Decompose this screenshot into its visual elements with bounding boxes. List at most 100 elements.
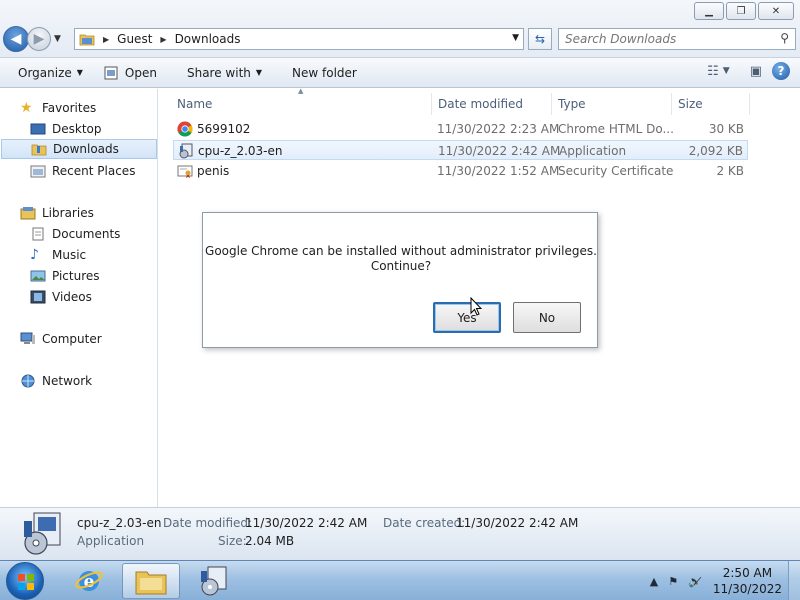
details-date-modified-label: Date modified: — [163, 516, 253, 530]
close-button[interactable]: ✕ — [758, 2, 794, 20]
nav-downloads[interactable]: Downloads — [1, 139, 157, 159]
nav-libraries[interactable]: Libraries — [20, 203, 94, 223]
column-header-size[interactable]: Size — [672, 93, 750, 115]
breadcrumb-guest[interactable]: Guest — [117, 32, 152, 46]
breadcrumb-separator[interactable]: ▶ — [103, 35, 109, 44]
taskbar-installer[interactable] — [184, 563, 242, 599]
column-header-name[interactable]: Name — [171, 93, 432, 115]
nav-favorites[interactable]: ★ Favorites — [20, 98, 96, 118]
details-size-label: Size: — [218, 534, 247, 548]
network-icon — [21, 374, 35, 388]
file-size: 2,092 KB — [688, 144, 743, 158]
nav-downloads-label: Downloads — [53, 142, 119, 156]
file-name: penis — [197, 164, 230, 178]
nav-videos-label: Videos — [52, 290, 92, 304]
new-folder-button[interactable]: New folder — [286, 62, 363, 84]
share-with-button[interactable]: Share with ▼ — [181, 62, 268, 84]
install-prompt-dialog: Google Chrome can be installed without a… — [202, 212, 598, 348]
breadcrumb-separator[interactable]: ▶ — [160, 35, 166, 44]
nav-documents[interactable]: Documents — [30, 224, 120, 244]
no-button[interactable]: No — [513, 302, 581, 333]
view-options-icon[interactable]: ☷ — [707, 64, 719, 79]
nav-pictures-label: Pictures — [52, 269, 100, 283]
recent-pages-dropdown[interactable]: ▼ — [54, 34, 61, 44]
show-hidden-icons-icon[interactable]: ▲ — [650, 575, 658, 588]
taskbar-windows-explorer[interactable] — [122, 563, 180, 599]
file-size: 30 KB — [708, 122, 744, 136]
nav-desktop[interactable]: Desktop — [30, 119, 102, 139]
search-icon[interactable]: ⚲ — [780, 31, 789, 45]
taskbar: e ▲ ⚑ 🔈̸ 2:50 AM 11/30/2022 — [0, 560, 800, 600]
nav-favorites-label: Favorites — [42, 101, 97, 115]
caption-buttons: ▁ ❐ ✕ — [694, 2, 794, 20]
navigation-pane: ★ Favorites Desktop Downloads Recent Pla… — [0, 89, 158, 507]
certificate-icon — [177, 165, 193, 178]
windows-logo-icon — [18, 574, 34, 590]
nav-computer[interactable]: Computer — [20, 329, 102, 349]
search-box[interactable]: ⚲ — [558, 28, 796, 50]
navigation-buttons: ◀ ▶ ▼ — [3, 26, 61, 52]
details-size: 2.04 MB — [245, 534, 295, 548]
nav-libraries-label: Libraries — [42, 206, 94, 220]
downloads-folder-icon — [31, 144, 47, 156]
nav-desktop-label: Desktop — [52, 122, 102, 136]
action-center-flag-icon[interactable]: ⚑ — [668, 575, 678, 588]
show-desktop-button[interactable] — [788, 561, 800, 600]
nav-videos[interactable]: Videos — [30, 287, 92, 307]
maximize-button[interactable]: ❐ — [726, 2, 756, 20]
forward-button[interactable]: ▶ — [27, 27, 51, 51]
help-icon[interactable]: ? — [772, 62, 790, 80]
libraries-icon — [20, 207, 36, 220]
open-icon — [104, 66, 118, 79]
file-date: 11/30/2022 1:52 AM — [437, 164, 560, 178]
window-titlebar: ▁ ❐ ✕ ◀ ▶ ▼ ▶ Guest ▶ Downloads ▼ ⇆ ⚲ — [0, 0, 800, 58]
nav-pictures[interactable]: Pictures — [30, 266, 100, 286]
file-row[interactable]: cpu-z_2.03-en 11/30/2022 2:42 AM Applica… — [173, 140, 748, 160]
chevron-down-icon: ▼ — [255, 68, 263, 77]
file-row[interactable]: penis 11/30/2022 1:52 AM Security Certif… — [173, 161, 748, 181]
nav-music[interactable]: ♪ Music — [30, 245, 86, 265]
file-type: Security Certificate — [558, 164, 674, 178]
nav-music-label: Music — [52, 248, 87, 262]
column-header-type[interactable]: Type — [552, 93, 672, 115]
file-row[interactable]: 5699102 11/30/2022 2:23 AM Chrome HTML D… — [173, 119, 748, 139]
yes-button[interactable]: Yes — [433, 302, 501, 333]
clock-date: 11/30/2022 — [712, 582, 782, 596]
installer-icon — [24, 512, 61, 555]
clock-time: 2:50 AM — [722, 566, 773, 580]
computer-icon — [20, 332, 35, 344]
open-label: Open — [124, 65, 157, 80]
preview-pane-icon[interactable]: ▣ — [750, 64, 762, 79]
file-date: 11/30/2022 2:23 AM — [437, 122, 560, 136]
open-button[interactable]: Open — [97, 62, 163, 84]
installer-icon — [179, 143, 193, 159]
address-bar[interactable]: ▶ Guest ▶ Downloads ▼ — [74, 28, 524, 50]
nav-network[interactable]: Network — [20, 371, 92, 391]
column-header-date-modified[interactable]: Date modified — [432, 93, 552, 115]
breadcrumb-downloads[interactable]: Downloads — [175, 32, 241, 46]
dialog-question: Continue? — [370, 259, 432, 273]
refresh-icon: ⇆ — [534, 32, 546, 46]
chevron-down-icon[interactable]: ▼ — [723, 66, 730, 76]
file-name: cpu-z_2.03-en — [198, 144, 283, 158]
chrome-icon — [177, 121, 193, 137]
music-icon: ♪ — [30, 247, 39, 263]
nav-documents-label: Documents — [52, 227, 121, 241]
start-button[interactable] — [6, 562, 44, 600]
chevron-down-icon: ▼ — [76, 68, 83, 77]
nav-recent-places[interactable]: Recent Places — [30, 161, 135, 181]
recent-places-icon — [30, 165, 46, 178]
address-dropdown-icon[interactable]: ▼ — [512, 33, 519, 43]
organize-button[interactable]: Organize ▼ — [12, 62, 89, 84]
clock[interactable]: 2:50 AM 11/30/2022 — [713, 565, 782, 597]
videos-icon — [30, 290, 46, 304]
refresh-button[interactable]: ⇆ — [528, 28, 552, 50]
details-date-modified: 11/30/2022 2:42 AM — [245, 516, 368, 530]
search-input[interactable] — [565, 32, 765, 46]
details-file-kind: Application — [77, 534, 145, 548]
back-button[interactable]: ◀ — [3, 26, 29, 52]
taskbar-internet-explorer[interactable]: e — [60, 563, 118, 599]
minimize-button[interactable]: ▁ — [694, 2, 724, 20]
file-name: 5699102 — [197, 122, 251, 136]
volume-muted-icon[interactable]: 🔈̸ — [688, 575, 702, 588]
